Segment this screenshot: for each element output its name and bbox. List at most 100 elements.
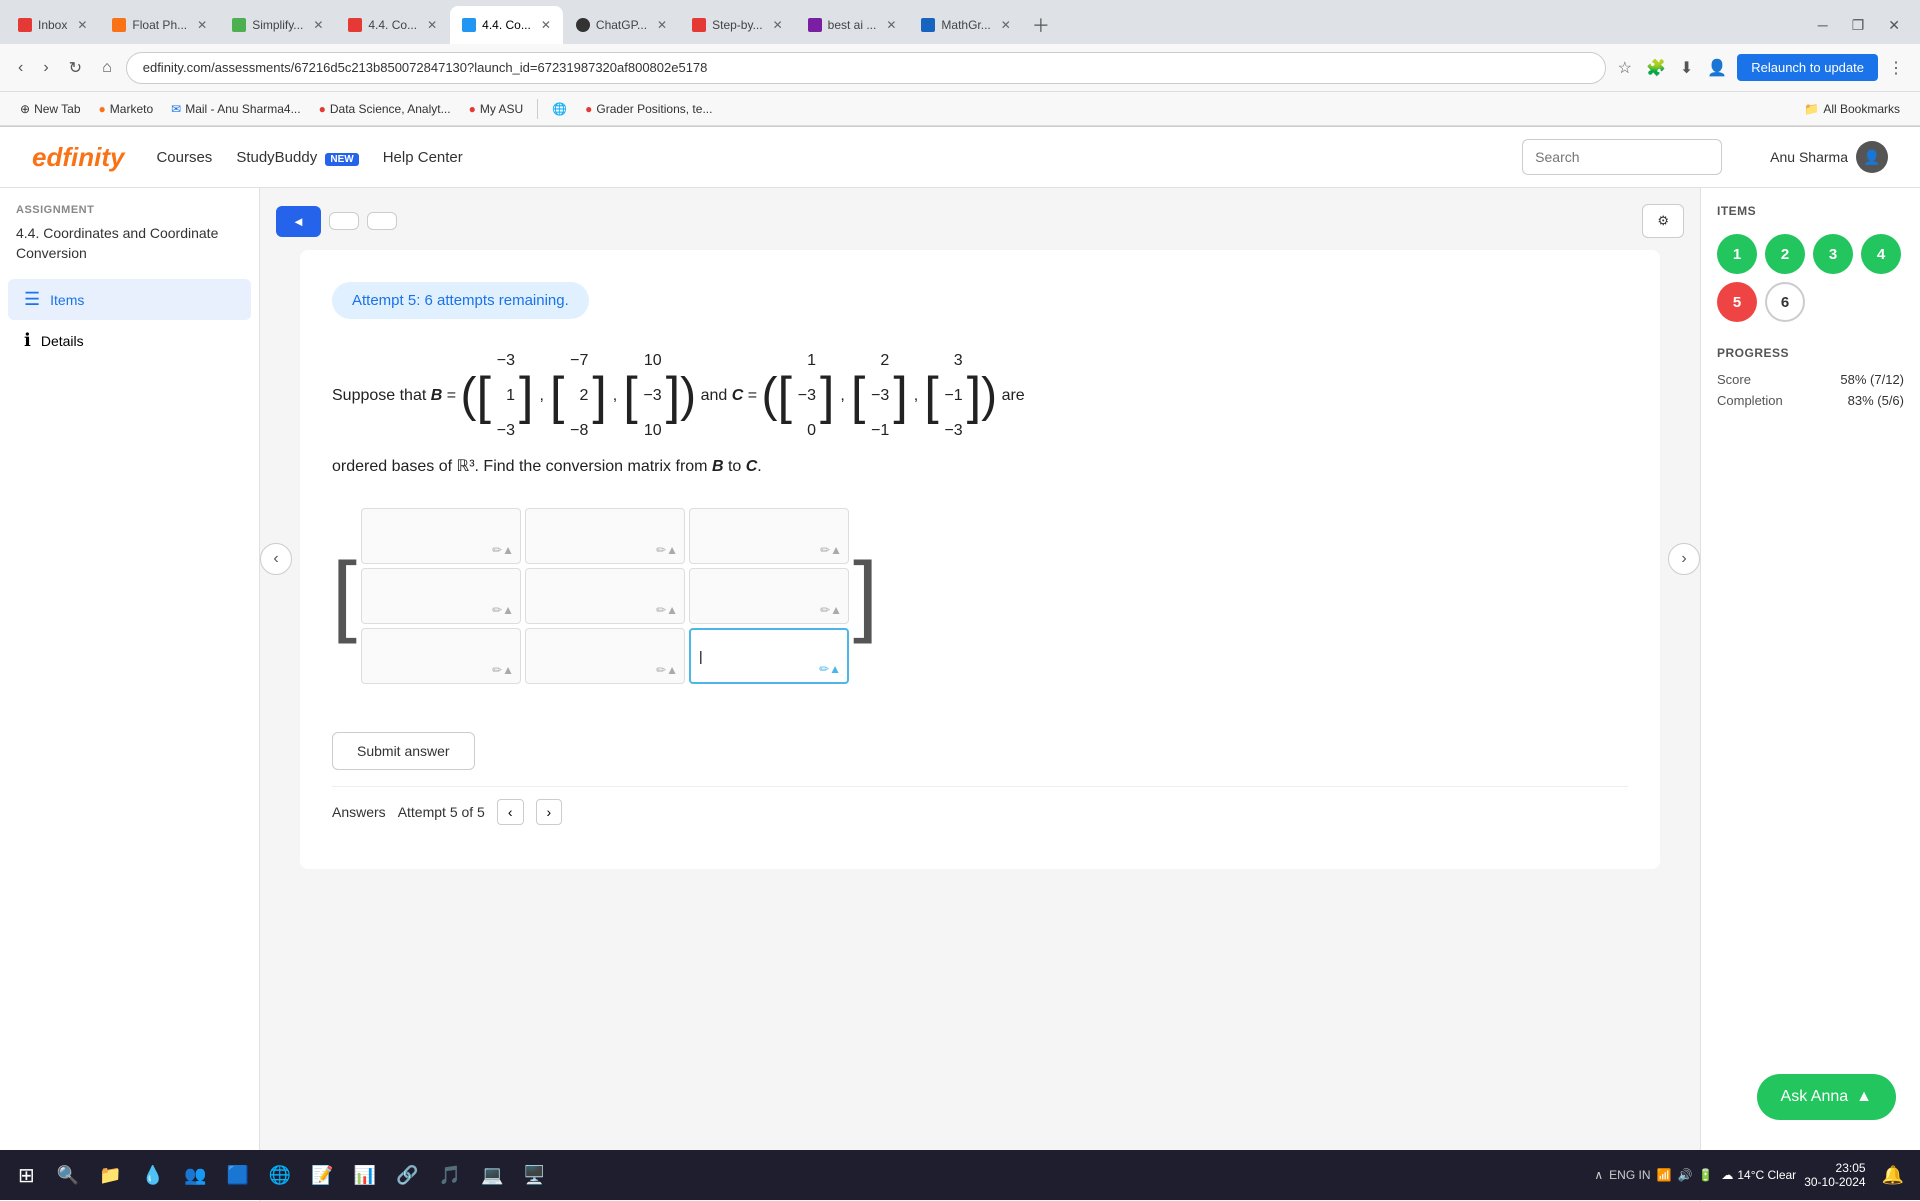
edit-icon-0-0[interactable]: ✏▲: [492, 543, 514, 557]
B-col1-lb: [: [477, 370, 491, 422]
matrix-cell-2-1[interactable]: ✏▲: [525, 628, 685, 684]
bookmark-mail[interactable]: ✉ Mail - Anu Sharma4...: [163, 99, 308, 119]
notes-button[interactable]: [367, 212, 397, 230]
taskbar-notification-button[interactable]: 🔔: [1874, 1159, 1912, 1192]
taskbar-app5-button[interactable]: 🖥️: [515, 1159, 553, 1192]
ask-anna-button[interactable]: Ask Anna ▲: [1757, 1074, 1896, 1120]
tab-close-float[interactable]: ✕: [197, 18, 207, 32]
tab-close-bestai[interactable]: ✕: [886, 18, 896, 32]
taskbar-app1-button[interactable]: 🟦: [218, 1159, 256, 1192]
tab-chatgpt[interactable]: ChatGP... ✕: [564, 6, 679, 44]
edit-icon-2-1[interactable]: ✏▲: [656, 663, 678, 677]
edit-icon-0-1[interactable]: ✏▲: [656, 543, 678, 557]
nav-helpcenter[interactable]: Help Center: [383, 149, 463, 166]
bookmark-newtab[interactable]: ⊕ New Tab: [12, 99, 89, 119]
tab-close-simplify[interactable]: ✕: [313, 18, 323, 32]
matrix-cell-0-2[interactable]: ✏▲: [689, 508, 849, 564]
matrix-cell-1-2[interactable]: ✏▲: [689, 568, 849, 624]
tab-close-44c2[interactable]: ✕: [541, 18, 551, 32]
tab-mathgr[interactable]: MathGr... ✕: [909, 6, 1022, 44]
tab-simplify[interactable]: Simplify... ✕: [220, 6, 335, 44]
taskbar-teams-button[interactable]: 👥: [176, 1159, 214, 1192]
nav-courses[interactable]: Courses: [156, 149, 212, 166]
edit-icon-1-2[interactable]: ✏▲: [820, 603, 842, 617]
extensions-button[interactable]: 🧩: [1642, 54, 1670, 82]
tab-bestai[interactable]: best ai ... ✕: [796, 6, 909, 44]
search-input[interactable]: [1522, 139, 1722, 175]
forward-button[interactable]: ›: [37, 55, 54, 81]
tab-44c1[interactable]: 4.4. Co... ✕: [336, 6, 449, 44]
submit-answer-button[interactable]: Submit answer: [332, 732, 475, 770]
answers-prev-button[interactable]: ‹: [497, 799, 524, 825]
taskbar-app4-button[interactable]: 💻: [473, 1159, 511, 1192]
search-taskbar-button[interactable]: 🔍: [49, 1159, 87, 1192]
sidebar-item-details[interactable]: ℹ Details: [8, 320, 251, 361]
taskbar-app3-button[interactable]: 🎵: [431, 1159, 469, 1192]
start-button[interactable]: ⊞: [8, 1157, 45, 1194]
address-input[interactable]: [126, 52, 1606, 84]
taskbar-chevron[interactable]: ∧: [1594, 1168, 1603, 1182]
tab-close-chatgpt[interactable]: ✕: [657, 18, 667, 32]
back-button[interactable]: ‹: [12, 55, 29, 81]
edit-icon-2-0[interactable]: ✏▲: [492, 663, 514, 677]
close-button[interactable]: ✕: [1882, 13, 1906, 38]
taskbar-files-button[interactable]: 📁: [91, 1159, 129, 1192]
tab-close-44c1[interactable]: ✕: [427, 18, 437, 32]
download-button[interactable]: ⬇: [1676, 54, 1697, 82]
tab-inbox[interactable]: Inbox ✕: [6, 6, 99, 44]
edit-icon-0-2[interactable]: ✏▲: [820, 543, 842, 557]
taskbar-excel-button[interactable]: 📊: [346, 1159, 384, 1192]
taskbar-word-button[interactable]: 📝: [303, 1159, 341, 1192]
prev-item-button[interactable]: ◄: [276, 206, 321, 237]
item-bubble-6[interactable]: 6: [1765, 282, 1805, 322]
matrix-cell-2-0[interactable]: ✏▲: [361, 628, 521, 684]
tab-close-mathgr[interactable]: ✕: [1001, 18, 1011, 32]
edit-icon-2-2[interactable]: ✏▲: [819, 662, 841, 676]
item-bubble-4[interactable]: 4: [1861, 234, 1901, 274]
sidebar-item-items[interactable]: ☰ Items: [8, 279, 251, 320]
new-tab-button[interactable]: ＋: [1024, 6, 1058, 44]
matrix-cell-1-0[interactable]: ✏▲: [361, 568, 521, 624]
bookmark-grader[interactable]: ● Grader Positions, te...: [577, 99, 720, 119]
maximize-button[interactable]: ❐: [1846, 13, 1871, 38]
taskbar-dropbox-button[interactable]: 💧: [134, 1159, 172, 1192]
all-bookmarks[interactable]: 📁 All Bookmarks: [1796, 99, 1908, 119]
settings-button[interactable]: ⚙: [1642, 204, 1684, 238]
B-col3-rb: ]: [666, 370, 680, 422]
bookmark-star-button[interactable]: ☆: [1614, 54, 1636, 82]
menu-button[interactable]: ⋮: [1884, 54, 1908, 82]
reload-button[interactable]: ↻: [63, 54, 88, 82]
nav-user[interactable]: Anu Sharma 👤: [1770, 141, 1888, 173]
bookmark-marketo[interactable]: ● Marketo: [91, 99, 162, 119]
taskbar-app2-button[interactable]: 🔗: [388, 1159, 426, 1192]
edit-icon-1-1[interactable]: ✏▲: [656, 603, 678, 617]
item-bubble-1[interactable]: 1: [1717, 234, 1757, 274]
relaunch-button[interactable]: Relaunch to update: [1737, 54, 1878, 81]
bookmark-globe[interactable]: 🌐: [544, 99, 575, 119]
items-panel-title: ITEMS: [1717, 204, 1904, 218]
nav-arrow-left[interactable]: ‹: [260, 543, 292, 575]
profile-button[interactable]: 👤: [1703, 54, 1731, 82]
nav-studybuddy[interactable]: StudyBuddy NEW: [236, 149, 358, 166]
matrix-cell-2-2[interactable]: ✏▲: [689, 628, 849, 684]
home-button[interactable]: ⌂: [96, 55, 118, 81]
matrix-cell-0-1[interactable]: ✏▲: [525, 508, 685, 564]
bookmark-myasu[interactable]: ● My ASU: [461, 99, 532, 119]
item-bubble-2[interactable]: 2: [1765, 234, 1805, 274]
tab-close-inbox[interactable]: ✕: [77, 18, 87, 32]
matrix-cell-1-1[interactable]: ✏▲: [525, 568, 685, 624]
answers-next-button[interactable]: ›: [536, 799, 563, 825]
tab-stepby[interactable]: Step-by... ✕: [680, 6, 795, 44]
minimize-button[interactable]: ─: [1812, 13, 1834, 37]
tab-float[interactable]: Float Ph... ✕: [100, 6, 219, 44]
matrix-cell-0-0[interactable]: ✏▲: [361, 508, 521, 564]
edit-icon-1-0[interactable]: ✏▲: [492, 603, 514, 617]
taskbar-chrome-button[interactable]: 🌐: [261, 1159, 299, 1192]
nav-arrow-right[interactable]: ›: [1668, 543, 1700, 575]
tab-close-stepby[interactable]: ✕: [773, 18, 783, 32]
save-button[interactable]: [329, 212, 359, 230]
item-bubble-3[interactable]: 3: [1813, 234, 1853, 274]
item-bubble-5[interactable]: 5: [1717, 282, 1757, 322]
bookmark-datascience[interactable]: ● Data Science, Analyt...: [311, 99, 459, 119]
tab-44c2[interactable]: 4.4. Co... ✕: [450, 6, 563, 44]
